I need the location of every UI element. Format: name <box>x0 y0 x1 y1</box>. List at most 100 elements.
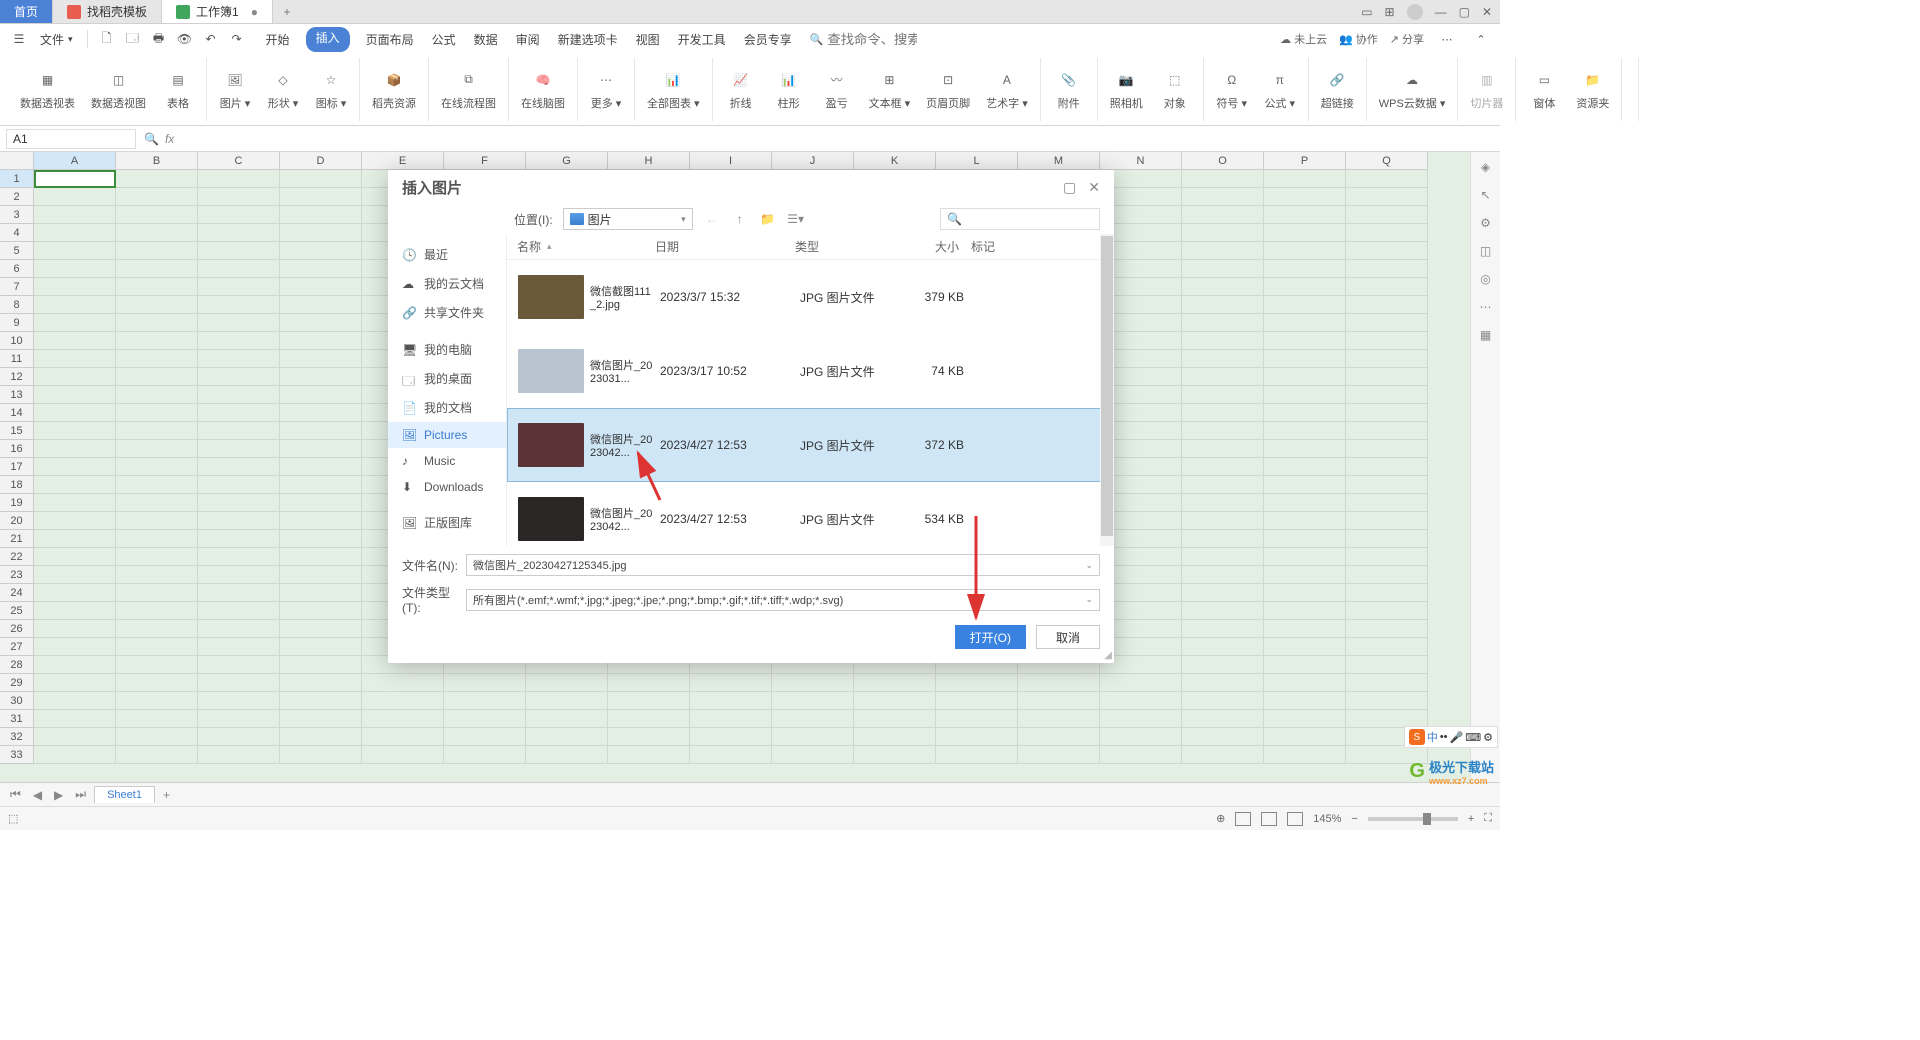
menu-tab-数据[interactable]: 数据 <box>472 27 500 52</box>
nav-item-doc[interactable]: 📄我的文档 <box>388 393 506 422</box>
new-folder-icon[interactable]: 📁 <box>759 210 777 228</box>
dialog-minimize-button[interactable]: ▢ <box>1063 179 1076 196</box>
row-header-1[interactable]: 1 <box>0 170 34 188</box>
zoom-in-button[interactable]: + <box>1468 813 1474 825</box>
row-header-8[interactable]: 8 <box>0 296 34 314</box>
tab-workbook[interactable]: 工作簿1 ● <box>162 0 273 23</box>
new-icon[interactable]: 🗋 <box>96 28 118 50</box>
dialog-header[interactable]: 插入图片 ▢ ✕ <box>388 170 1114 204</box>
col-header-name[interactable]: 名称 ▴ <box>511 238 649 255</box>
view-normal-icon[interactable] <box>1235 812 1251 826</box>
command-search[interactable]: 🔍 <box>810 32 918 47</box>
status-func-icon[interactable]: ⊕ <box>1216 812 1225 825</box>
formula-input[interactable] <box>180 131 1080 146</box>
ribbon-资源夹[interactable]: 📁资源夹 <box>1572 58 1613 121</box>
menu-tab-视图[interactable]: 视图 <box>634 27 662 52</box>
file-menu[interactable]: 文件 ▾ <box>34 31 79 48</box>
hamburger-icon[interactable]: ☰ <box>8 28 30 50</box>
ribbon-超链接[interactable]: 🔗超链接 <box>1317 58 1358 121</box>
ribbon-符号[interactable]: Ω符号 ▾ <box>1212 58 1252 121</box>
ribbon-更多[interactable]: ⋯更多 ▾ <box>586 58 626 121</box>
sidebar-select-icon[interactable]: ↖ <box>1480 188 1490 202</box>
menu-collapse-icon[interactable]: ⌃ <box>1470 28 1492 50</box>
file-row[interactable]: 微信图片_2023031...2023/3/17 10:52JPG 图片文件74… <box>507 334 1114 408</box>
row-header-2[interactable]: 2 <box>0 188 34 206</box>
row-header-31[interactable]: 31 <box>0 710 34 728</box>
nav-item-pc[interactable]: 🖥我的电脑 <box>388 335 506 364</box>
sheet-add-button[interactable]: + <box>159 788 174 802</box>
row-header-9[interactable]: 9 <box>0 314 34 332</box>
zoom-value[interactable]: 145% <box>1313 813 1341 825</box>
ribbon-柱形[interactable]: 📊柱形 <box>769 58 809 121</box>
row-header-23[interactable]: 23 <box>0 566 34 584</box>
redo-icon[interactable]: ↷ <box>226 28 248 50</box>
open-button[interactable]: 打开(O) <box>955 625 1026 649</box>
sheet-tab-1[interactable]: Sheet1 <box>94 786 155 803</box>
row-header-24[interactable]: 24 <box>0 584 34 602</box>
view-page-icon[interactable] <box>1261 812 1277 826</box>
row-header-25[interactable]: 25 <box>0 602 34 620</box>
ribbon-对象[interactable]: ⬚对象 <box>1155 58 1195 121</box>
view-mode-icon[interactable]: ☰▾ <box>787 210 805 228</box>
nav-item-gallery[interactable]: 🖼正版图库 <box>388 508 506 537</box>
fullscreen-icon[interactable]: ⛶ <box>1484 812 1492 825</box>
maximize-button[interactable]: ▢ <box>1459 5 1470 19</box>
ribbon-数据透视图[interactable]: ◫数据透视图 <box>87 58 150 121</box>
ribbon-附件[interactable]: 📎附件 <box>1049 58 1089 121</box>
row-header-5[interactable]: 5 <box>0 242 34 260</box>
sidebar-location-icon[interactable]: ◎ <box>1480 272 1490 286</box>
row-header-19[interactable]: 19 <box>0 494 34 512</box>
col-header-Q[interactable]: Q <box>1346 152 1428 169</box>
sheet-nav-first[interactable]: ⏮ <box>6 787 25 802</box>
menu-tab-插入[interactable]: 插入 <box>306 27 350 52</box>
col-header-K[interactable]: K <box>854 152 936 169</box>
col-header-L[interactable]: L <box>936 152 1018 169</box>
sheet-nav-prev[interactable]: ◀ <box>29 788 46 802</box>
location-combo[interactable]: 图片 ▾ <box>563 208 693 230</box>
nav-item-share[interactable]: 🔗共享文件夹 <box>388 298 506 327</box>
row-header-20[interactable]: 20 <box>0 512 34 530</box>
row-header-22[interactable]: 22 <box>0 548 34 566</box>
filename-input[interactable]: 微信图片_20230427125345.jpg ⌄ <box>466 554 1100 576</box>
scrollbar-thumb[interactable] <box>1101 236 1113 536</box>
file-row[interactable]: 微信截图111_2.jpg2023/3/7 15:32JPG 图片文件379 K… <box>507 260 1114 334</box>
row-header-16[interactable]: 16 <box>0 440 34 458</box>
ribbon-切片器[interactable]: ▥切片器 <box>1466 58 1507 121</box>
nav-item-pictures[interactable]: 🖼Pictures <box>388 422 506 448</box>
col-header-E[interactable]: E <box>362 152 444 169</box>
tab-home[interactable]: 首页 <box>0 0 53 23</box>
col-header-B[interactable]: B <box>116 152 198 169</box>
tab-template[interactable]: 找稻壳模板 <box>53 0 162 23</box>
ribbon-页眉页脚[interactable]: ⊡页眉页脚 <box>922 58 974 121</box>
select-all-corner[interactable] <box>0 152 34 170</box>
sheet-nav-next[interactable]: ▶ <box>50 788 67 802</box>
row-header-32[interactable]: 32 <box>0 728 34 746</box>
ribbon-在线脑图[interactable]: 🧠在线脑图 <box>517 58 569 121</box>
cancel-button[interactable]: 取消 <box>1036 625 1100 649</box>
row-header-30[interactable]: 30 <box>0 692 34 710</box>
menu-tab-开发工具[interactable]: 开发工具 <box>676 27 728 52</box>
list-scrollbar[interactable] <box>1100 234 1114 546</box>
col-header-I[interactable]: I <box>690 152 772 169</box>
zoom-out-button[interactable]: − <box>1351 813 1357 825</box>
filetype-combo[interactable]: 所有图片(*.emf;*.wmf;*.jpg;*.jpeg;*.jpe;*.pn… <box>466 589 1100 611</box>
ime-settings-icon[interactable]: ⚙ <box>1483 731 1493 744</box>
menu-tab-会员专享[interactable]: 会员专享 <box>742 27 794 52</box>
name-box[interactable]: A1 <box>6 129 136 149</box>
col-header-O[interactable]: O <box>1182 152 1264 169</box>
col-header-C[interactable]: C <box>198 152 280 169</box>
print-icon[interactable]: 🖶 <box>148 28 170 50</box>
menu-more-icon[interactable]: ⋯ <box>1436 28 1458 50</box>
ribbon-盈亏[interactable]: 〰盈亏 <box>817 58 857 121</box>
row-header-15[interactable]: 15 <box>0 422 34 440</box>
col-header-tag[interactable]: 标记 <box>965 238 1025 255</box>
nav-item-music[interactable]: ♪Music <box>388 448 506 474</box>
col-header-J[interactable]: J <box>772 152 854 169</box>
fx-search-icon[interactable]: 🔍 <box>144 132 159 146</box>
nav-item-cloud[interactable]: ☁我的云文档 <box>388 269 506 298</box>
dialog-close-button[interactable]: ✕ <box>1088 179 1100 196</box>
share-button[interactable]: ↗ 分享 <box>1390 31 1424 47</box>
row-header-11[interactable]: 11 <box>0 350 34 368</box>
ribbon-公式[interactable]: π公式 ▾ <box>1260 58 1300 121</box>
col-header-M[interactable]: M <box>1018 152 1100 169</box>
